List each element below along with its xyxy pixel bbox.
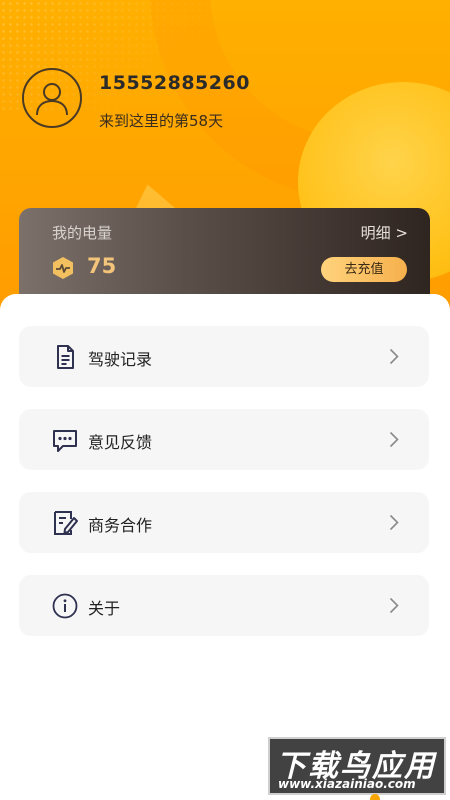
chevron-right-icon — [389, 597, 399, 614]
menu-item-about[interactable]: 关于 — [19, 575, 429, 636]
membership-days: 来到这里的第58天 — [99, 112, 224, 130]
chevron-right-icon — [389, 514, 399, 531]
energy-detail-link[interactable]: 明细 > — [361, 222, 408, 243]
avatar[interactable] — [22, 68, 82, 128]
user-icon — [36, 83, 68, 116]
menu-item-label: 关于 — [88, 599, 121, 618]
user-phone: 15552885260 — [99, 72, 250, 94]
chevron-right-icon — [389, 431, 399, 448]
menu-sheet: 驾驶记录 意见反馈 商务合作 关于 — [0, 294, 450, 800]
info-icon — [52, 593, 78, 619]
energy-hexagon-icon — [53, 257, 73, 279]
edit-note-icon — [54, 511, 78, 535]
menu-item-label: 意见反馈 — [88, 433, 153, 452]
recharge-button[interactable]: 去充值 — [321, 257, 407, 282]
menu-item-label: 商务合作 — [88, 516, 153, 535]
menu-item-driving-record[interactable]: 驾驶记录 — [19, 326, 429, 387]
watermark-url: www.xiazainiao.com — [278, 777, 416, 791]
energy-value: 75 — [87, 254, 117, 278]
chat-bubble-icon — [53, 430, 77, 452]
energy-title: 我的电量 — [52, 224, 113, 242]
menu-item-business-cooperation[interactable]: 商务合作 — [19, 492, 429, 553]
watermark-logo: 下载鸟应用 www.xiazainiao.com — [268, 737, 446, 795]
tab-indicator — [370, 794, 380, 800]
menu-item-label: 驾驶记录 — [88, 350, 153, 369]
menu-item-feedback[interactable]: 意见反馈 — [19, 409, 429, 470]
chevron-right-icon — [389, 348, 399, 365]
document-icon — [57, 345, 74, 369]
